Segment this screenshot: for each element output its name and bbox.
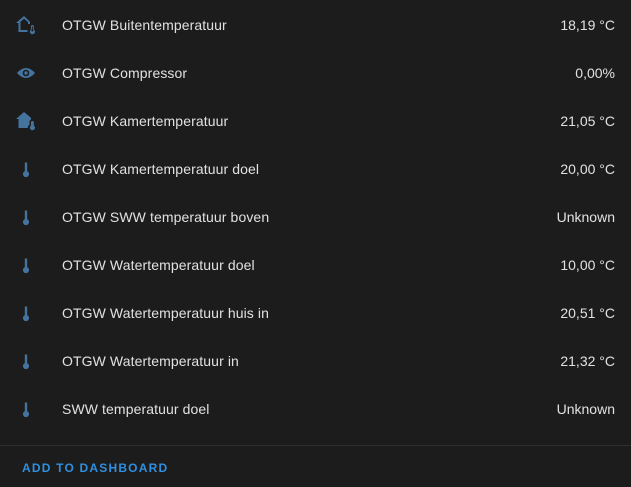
entity-value: 18,19 °C: [560, 17, 615, 33]
entity-name: OTGW Kamertemperatuur: [62, 113, 229, 129]
entity-row[interactable]: SWW temperatuur doel Unknown: [0, 385, 631, 433]
thermometer-icon: [14, 253, 38, 277]
entity-value: 21,05 °C: [560, 113, 615, 129]
entity-name: SWW temperatuur doel: [62, 401, 210, 417]
entity-value: Unknown: [556, 401, 615, 417]
thermometer-icon: [14, 301, 38, 325]
home-thermometer-outline-icon: [14, 13, 38, 37]
entity-value: 20,51 °C: [560, 305, 615, 321]
entity-name: OTGW Watertemperatuur in: [62, 353, 239, 369]
entity-name: OTGW SWW temperatuur boven: [62, 209, 270, 225]
entity-row[interactable]: OTGW Watertemperatuur huis in 20,51 °C: [0, 289, 631, 337]
entity-list: OTGW Buitentemperatuur 18,19 °C OTGW Com…: [0, 1, 631, 433]
thermometer-icon: [14, 349, 38, 373]
entity-name: OTGW Compressor: [62, 65, 188, 81]
entity-name: OTGW Watertemperatuur doel: [62, 257, 255, 273]
entity-value: 0,00%: [575, 65, 615, 81]
entity-name: OTGW Buitentemperatuur: [62, 17, 227, 33]
entity-value: Unknown: [556, 209, 615, 225]
entity-row[interactable]: OTGW Watertemperatuur doel 10,00 °C: [0, 241, 631, 289]
entity-row[interactable]: OTGW Kamertemperatuur 21,05 °C: [0, 97, 631, 145]
entity-row[interactable]: OTGW Kamertemperatuur doel 20,00 °C: [0, 145, 631, 193]
thermometer-icon: [14, 397, 38, 421]
thermometer-icon: [14, 157, 38, 181]
entity-row[interactable]: OTGW Watertemperatuur in 21,32 °C: [0, 337, 631, 385]
thermometer-icon: [14, 205, 38, 229]
entity-name: OTGW Watertemperatuur huis in: [62, 305, 269, 321]
home-thermometer-icon: [14, 109, 38, 133]
add-to-dashboard-button[interactable]: ADD TO DASHBOARD: [22, 461, 168, 475]
entity-value: 21,32 °C: [560, 353, 615, 369]
entity-value: 20,00 °C: [560, 161, 615, 177]
footer-divider: [0, 445, 631, 446]
entity-value: 10,00 °C: [560, 257, 615, 273]
entity-name: OTGW Kamertemperatuur doel: [62, 161, 260, 177]
entity-row[interactable]: OTGW SWW temperatuur boven Unknown: [0, 193, 631, 241]
entity-row[interactable]: OTGW Buitentemperatuur 18,19 °C: [0, 1, 631, 49]
eye-icon: [14, 61, 38, 85]
entity-row[interactable]: OTGW Compressor 0,00%: [0, 49, 631, 97]
